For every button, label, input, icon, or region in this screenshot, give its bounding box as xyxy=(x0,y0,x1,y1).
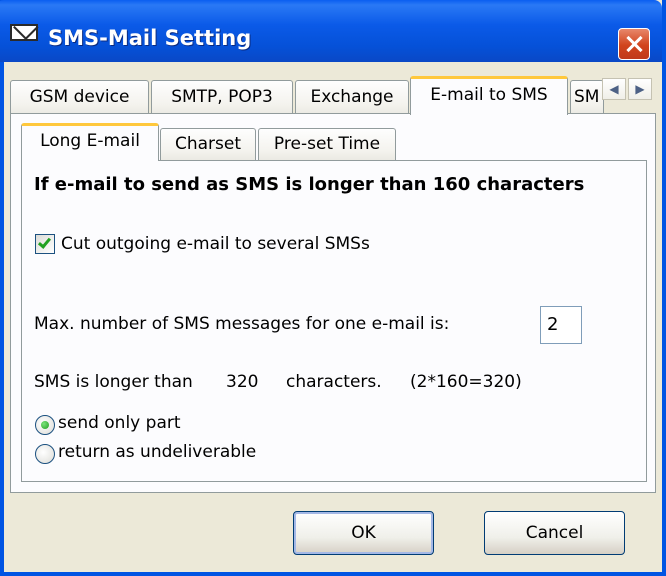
tab-smtp-pop3[interactable]: SMTP, POP3 xyxy=(151,80,293,114)
send-part-label[interactable]: send only part xyxy=(58,413,181,433)
tab-exchange[interactable]: Exchange xyxy=(295,80,409,114)
window-title: SMS-Mail Setting xyxy=(48,26,252,50)
tab-email-to-sms[interactable]: E-mail to SMS xyxy=(410,76,568,115)
cut-email-checkbox[interactable] xyxy=(35,234,55,254)
max-sms-label: Max. number of SMS messages for one e-ma… xyxy=(34,314,450,334)
ok-button[interactable]: OK xyxy=(293,511,434,555)
return-undeliverable-label[interactable]: return as undeliverable xyxy=(58,442,256,462)
tab-scroll-arrows: ◀ ▶ xyxy=(602,78,652,102)
return-undeliverable-radio[interactable] xyxy=(35,444,55,464)
checkmark-icon xyxy=(37,235,52,249)
tab-scroll-left-icon[interactable]: ◀ xyxy=(602,78,626,100)
longer-formula: (2*160=320) xyxy=(410,372,522,392)
longer-count: 320 xyxy=(226,372,259,392)
tab-long-email[interactable]: Long E-mail xyxy=(21,123,159,161)
tab-gsm-device[interactable]: GSM device xyxy=(10,80,149,114)
tab-charset[interactable]: Charset xyxy=(160,128,256,160)
long-email-heading: If e-mail to send as SMS is longer than … xyxy=(34,174,585,195)
cut-email-label[interactable]: Cut outgoing e-mail to several SMSs xyxy=(61,234,370,254)
cancel-button[interactable]: Cancel xyxy=(484,511,625,555)
radio-selected-dot xyxy=(41,421,49,429)
tab-scroll-right-icon[interactable]: ▶ xyxy=(628,78,652,100)
longer-suffix: characters. xyxy=(286,372,382,392)
mail-envelope-icon xyxy=(10,24,38,41)
tab-pre-set-time[interactable]: Pre-set Time xyxy=(258,128,396,160)
title-bar[interactable]: SMS-Mail Setting xyxy=(0,0,662,62)
close-button[interactable] xyxy=(618,28,650,60)
longer-prefix: SMS is longer than xyxy=(34,372,193,392)
max-sms-input[interactable]: 2 xyxy=(540,306,582,344)
send-part-radio[interactable] xyxy=(35,415,55,435)
tab-sms-truncated[interactable]: SM xyxy=(570,80,604,114)
outer-tab-strip: GSM device SMTP, POP3 Exchange E-mail to… xyxy=(10,76,650,115)
